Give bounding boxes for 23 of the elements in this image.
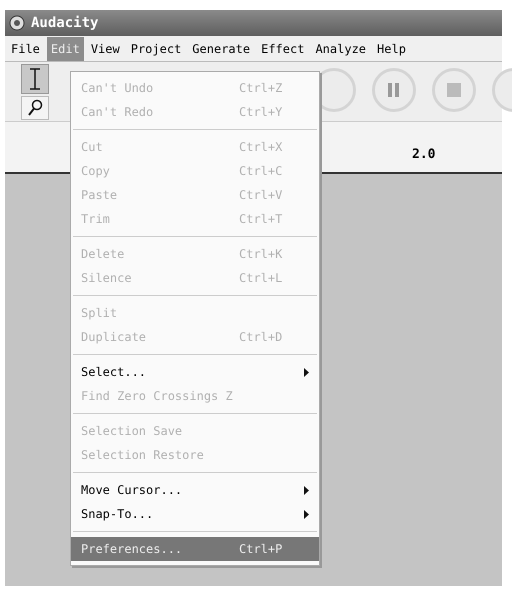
menu-item[interactable]: Snap-To... [71, 502, 319, 526]
text-cursor-icon [29, 68, 41, 90]
window-title: Audacity [31, 14, 98, 32]
menu-bar-item[interactable]: Generate [188, 36, 254, 60]
menu-bar-item[interactable]: Edit [46, 36, 84, 60]
pause-icon [388, 83, 400, 97]
menu-bar-item[interactable]: File [7, 36, 44, 60]
magnifier-icon [27, 99, 43, 117]
menu-item[interactable]: Move Cursor... [71, 478, 319, 502]
menu-bar-item[interactable]: Help [373, 36, 410, 60]
menu-bar-item[interactable]: Analyze [311, 36, 370, 60]
menu-bar-item[interactable]: Project [126, 36, 186, 60]
stop-button[interactable] [432, 68, 476, 112]
menu-item[interactable]: Select... [71, 360, 319, 384]
tool-button[interactable] [21, 64, 49, 94]
pause-button[interactable] [372, 68, 416, 112]
ruler-label: 2.0 [412, 146, 436, 164]
menu-bar-item[interactable]: View [86, 36, 124, 60]
app-icon [9, 15, 25, 31]
stop-icon [447, 83, 461, 97]
menu-item[interactable]: Preferences... Ctrl+P [71, 537, 319, 561]
menu-bar-item[interactable]: Effect [257, 36, 308, 60]
tool-button[interactable] [21, 96, 49, 120]
